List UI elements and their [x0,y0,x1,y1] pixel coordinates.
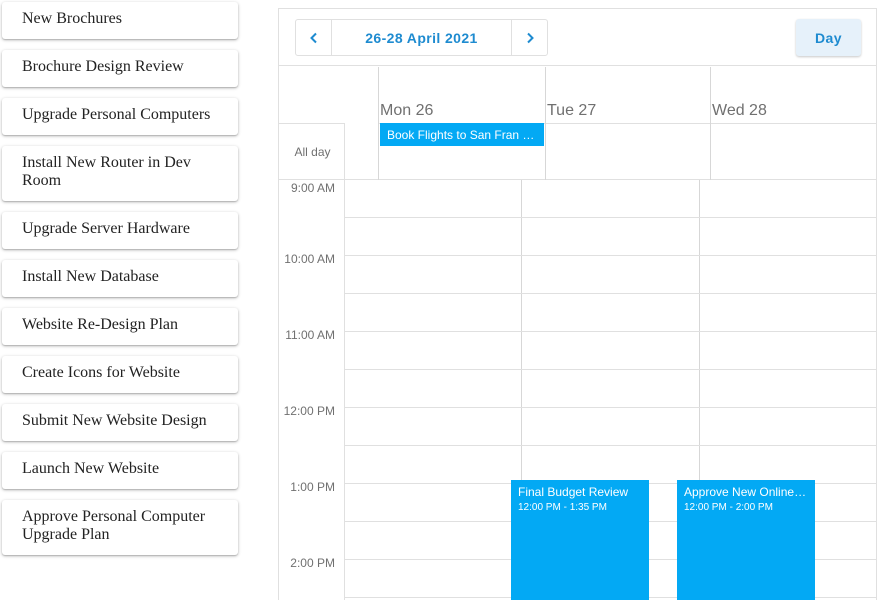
task-card[interactable]: New Brochures [2,2,238,39]
divider [344,445,876,446]
divider [344,331,876,332]
task-label: Install New Database [22,268,159,285]
day-header-tue[interactable]: Tue 27 [546,67,710,123]
scheduler: 26-28 April 2021 Day Mon 26 Tue 27 Wed 2… [278,8,877,600]
divider [344,407,876,408]
task-card[interactable]: Website Re-Design Plan [2,308,238,345]
divider [344,293,876,294]
task-card[interactable]: Launch New Website [2,452,238,489]
chevron-left-icon [309,32,317,43]
task-card[interactable]: Install New Database [2,260,238,297]
task-card[interactable]: Brochure Design Review [2,50,238,87]
task-label: Upgrade Server Hardware [22,220,190,237]
task-label: Brochure Design Review [22,58,184,75]
divider [344,255,876,256]
divider [279,179,876,180]
appointment-time: 12:00 PM - 1:35 PM [518,502,607,513]
date-range-caption[interactable]: 26-28 April 2021 [332,20,511,55]
time-label: 2:00 PM [290,556,335,570]
prev-button[interactable] [296,20,332,55]
time-label: 12:00 PM [283,404,335,418]
appointment-time: 12:00 PM - 2:00 PM [684,502,773,513]
appointment[interactable]: Final Budget Review 12:00 PM - 1:35 PM [511,480,649,600]
next-button[interactable] [511,20,547,55]
appointment[interactable]: Approve New Online Marketing Strategy 12… [677,480,815,600]
task-label: Website Re-Design Plan [22,316,179,333]
task-card[interactable]: Upgrade Server Hardware [2,212,238,249]
task-label: Launch New Website [22,460,160,477]
divider [344,123,345,600]
task-card[interactable]: Approve Personal Computer Upgrade Plan [2,500,238,555]
task-card[interactable]: Install New Router in Dev Room [2,146,238,201]
all-day-appointment[interactable]: Book Flights to San Fran for Sales Trip [380,123,544,146]
task-label: Approve Personal Computer Upgrade Plan [22,508,206,543]
task-label: Submit New Website Design [22,412,207,429]
task-card[interactable]: Submit New Website Design [2,404,238,441]
time-label: 9:00 AM [290,181,335,195]
view-switcher-day[interactable]: Day [796,19,861,56]
task-label: New Brochures [22,10,122,27]
day-header-mon[interactable]: Mon 26 [379,67,545,123]
chevron-right-icon [526,32,534,43]
time-label: 10:00 AM [284,252,335,266]
task-card[interactable]: Upgrade Personal Computers [2,98,238,135]
divider [344,217,876,218]
task-card[interactable]: Create Icons for Website [2,356,238,393]
divider [344,369,876,370]
task-label: Create Icons for Website [22,364,180,381]
all-day-label: All day [294,144,331,159]
day-header-wed[interactable]: Wed 28 [711,67,876,123]
date-navigator: 26-28 April 2021 [295,19,548,56]
task-label: Upgrade Personal Computers [22,106,211,123]
scheduler-toolbar: 26-28 April 2021 Day [279,9,876,66]
time-label: 11:00 AM [285,328,335,342]
time-label: 1:00 PM [290,480,335,494]
task-label: Install New Router in Dev Room [22,154,191,189]
appointment-title: Approve New Online Marketing Strategy [684,485,808,499]
appointment-title: Final Budget Review [518,485,629,499]
